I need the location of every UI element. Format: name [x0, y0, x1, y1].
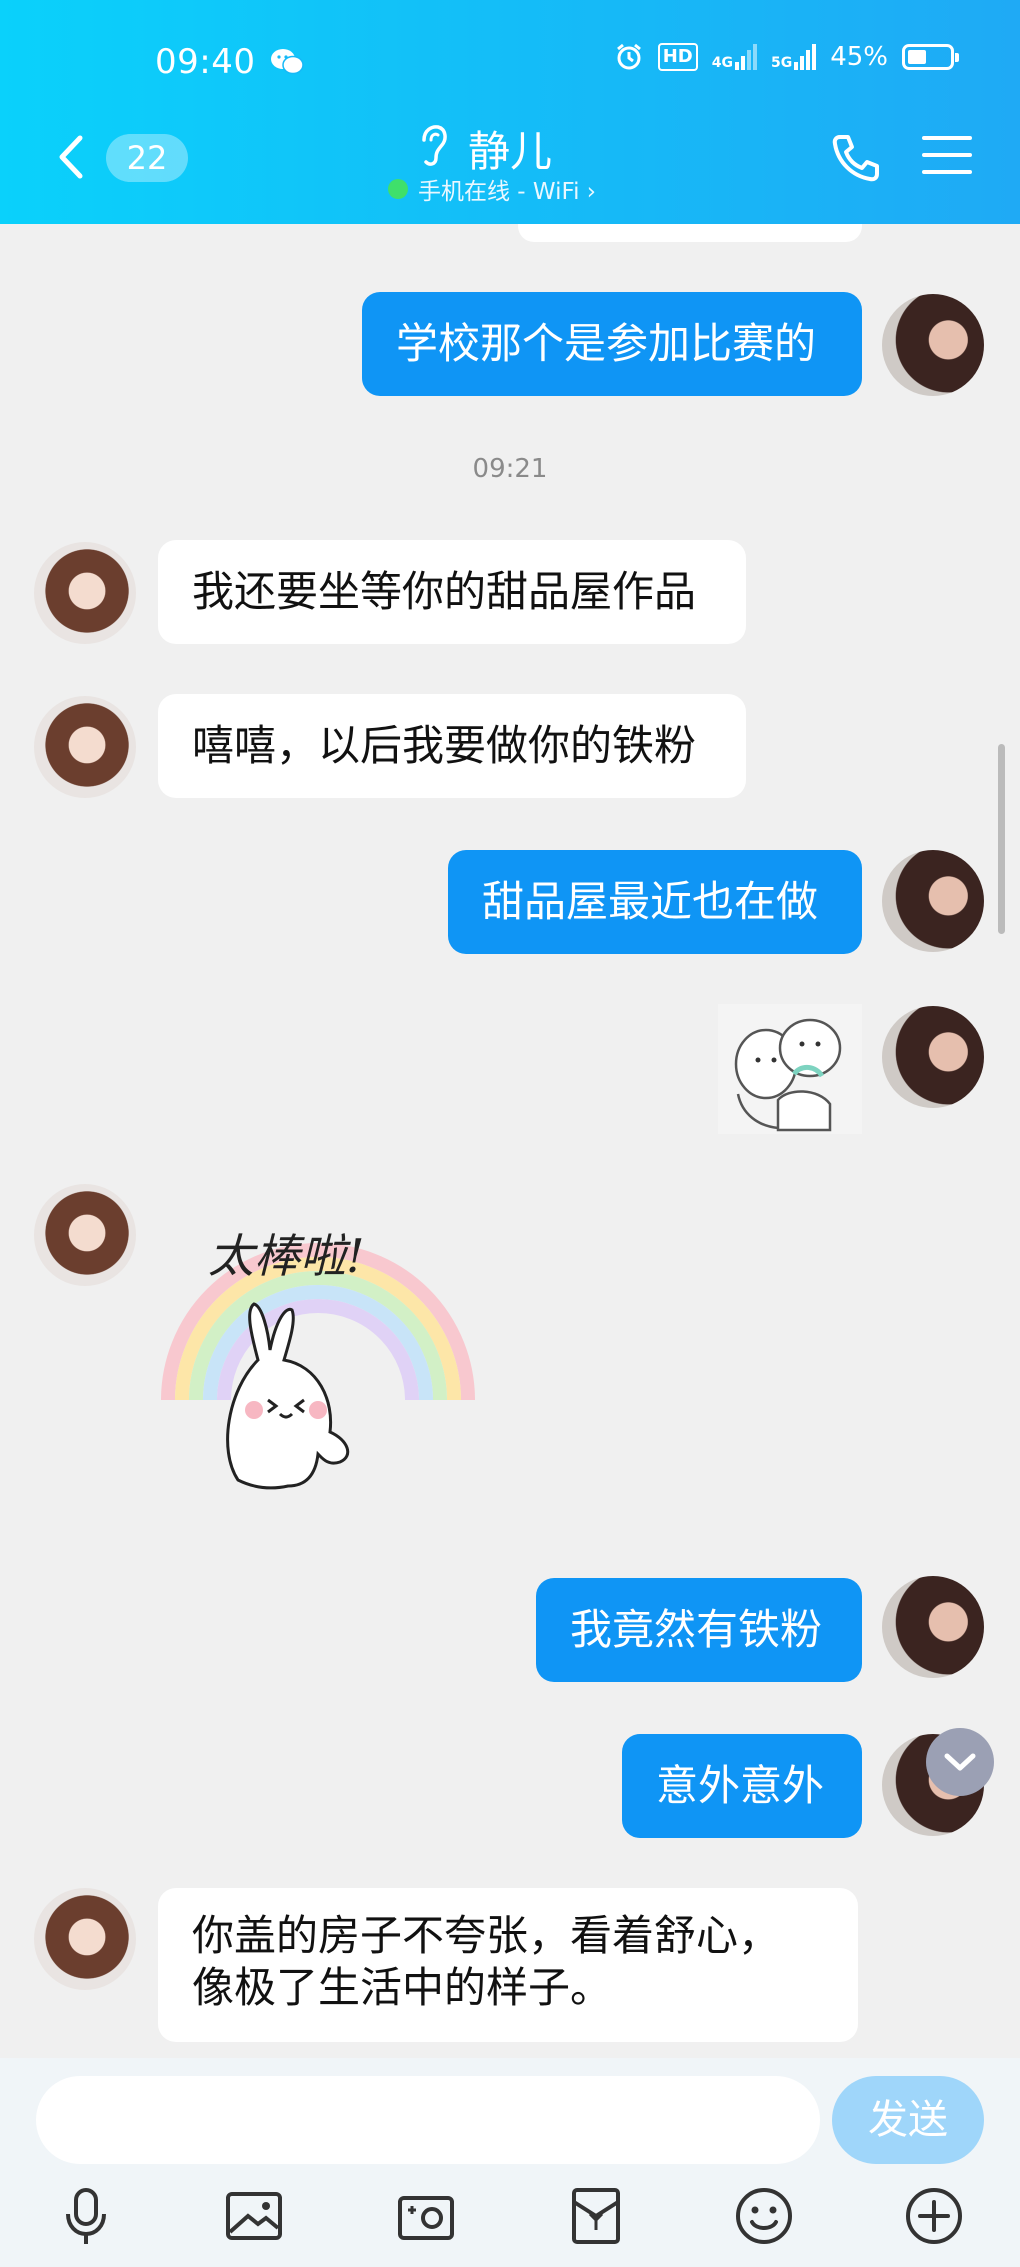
online-dot-icon: [388, 179, 408, 199]
camera-icon[interactable]: [394, 2184, 458, 2248]
message-text: 我还要坐等你的甜品屋作品: [192, 567, 697, 616]
message-text: 甜品屋最近也在做: [482, 877, 819, 926]
message-bubble-outgoing[interactable]: 意外意外: [622, 1734, 862, 1838]
contact-avatar[interactable]: [34, 542, 136, 644]
message-bubble-incoming[interactable]: 你盖的房子不夸张，看着舒心， 像极了生活中的样子。: [158, 1888, 858, 2042]
toolbar: [0, 2184, 1020, 2264]
image-icon[interactable]: [222, 2184, 286, 2248]
hd-voice-badge: HD: [657, 43, 698, 71]
phone-call-button[interactable]: [830, 132, 882, 184]
signal-4g-icon: 4G: [712, 44, 757, 70]
alarm-icon: [616, 43, 641, 70]
back-button[interactable]: [52, 132, 92, 182]
plus-icon[interactable]: [902, 2184, 966, 2248]
message-text-line: 像极了生活中的样子。: [192, 1963, 613, 2012]
message-input[interactable]: [36, 2076, 820, 2164]
ear-icon[interactable]: [416, 122, 450, 168]
time-separator: 09:21: [472, 454, 548, 484]
online-status[interactable]: 手机在线 - WiFi ›: [388, 172, 596, 206]
message-list[interactable]: 学校那个是参加比赛的 09:21 我还要坐等你的甜品屋作品 嘻嘻，以后我要做你的…: [0, 224, 1020, 2058]
send-button[interactable]: 发送: [832, 2076, 984, 2164]
status-icons: HD 4G 5G 45%: [614, 42, 959, 72]
signal-5g-icon: 5G: [771, 44, 817, 70]
contact-name[interactable]: 静儿: [468, 118, 552, 179]
message-text: 意外意外: [656, 1761, 825, 1810]
scrollbar-thumb[interactable]: [998, 744, 1005, 934]
menu-button[interactable]: [922, 136, 972, 180]
sticker-rainbow-bunny[interactable]: 太棒啦!: [158, 1210, 498, 1500]
my-avatar[interactable]: [882, 294, 984, 396]
unread-count-badge[interactable]: 22: [106, 134, 188, 182]
scroll-to-bottom-button[interactable]: [926, 1728, 994, 1796]
status-time: 09:40: [155, 42, 256, 82]
chevron-down-icon: [944, 1753, 976, 1771]
microphone-icon[interactable]: [54, 2184, 118, 2248]
message-bubble-incoming[interactable]: 我还要坐等你的甜品屋作品: [158, 540, 746, 644]
my-avatar[interactable]: [882, 1576, 984, 1678]
message-bubble-outgoing[interactable]: 我竟然有铁粉: [536, 1578, 862, 1682]
contact-avatar[interactable]: [34, 1184, 136, 1286]
battery-percent: 45%: [830, 42, 888, 72]
red-packet-icon[interactable]: [564, 2184, 628, 2248]
message-text: 学校那个是参加比赛的: [396, 319, 817, 368]
sticker-hugging-cartoon[interactable]: [718, 1004, 862, 1134]
sticker-caption: 太棒啦!: [208, 1229, 365, 1283]
battery-icon: [902, 44, 959, 70]
message-bubble-outgoing[interactable]: 学校那个是参加比赛的: [362, 292, 862, 396]
online-status-text: 手机在线 - WiFi ›: [418, 179, 597, 205]
message-text-line: 你盖的房子不夸张，看着舒心，: [192, 1911, 781, 1960]
my-avatar[interactable]: [882, 850, 984, 952]
previous-message-partial[interactable]: [518, 224, 862, 242]
wechat-notification-icon: [271, 49, 304, 75]
chat-header: 09:40 HD 4G 5G 45% 22 静儿 手机在线 - WiFi ›: [0, 0, 1020, 224]
contact-avatar[interactable]: [34, 696, 136, 798]
input-bar: 发送: [0, 2058, 1020, 2267]
my-avatar[interactable]: [882, 1006, 984, 1108]
message-bubble-outgoing[interactable]: 甜品屋最近也在做: [448, 850, 862, 954]
message-bubble-incoming[interactable]: 嘻嘻，以后我要做你的铁粉: [158, 694, 746, 798]
message-text: 我竟然有铁粉: [570, 1605, 823, 1654]
message-text: 嘻嘻，以后我要做你的铁粉: [192, 721, 697, 770]
contact-avatar[interactable]: [34, 1888, 136, 1990]
emoji-icon[interactable]: [732, 2184, 796, 2248]
